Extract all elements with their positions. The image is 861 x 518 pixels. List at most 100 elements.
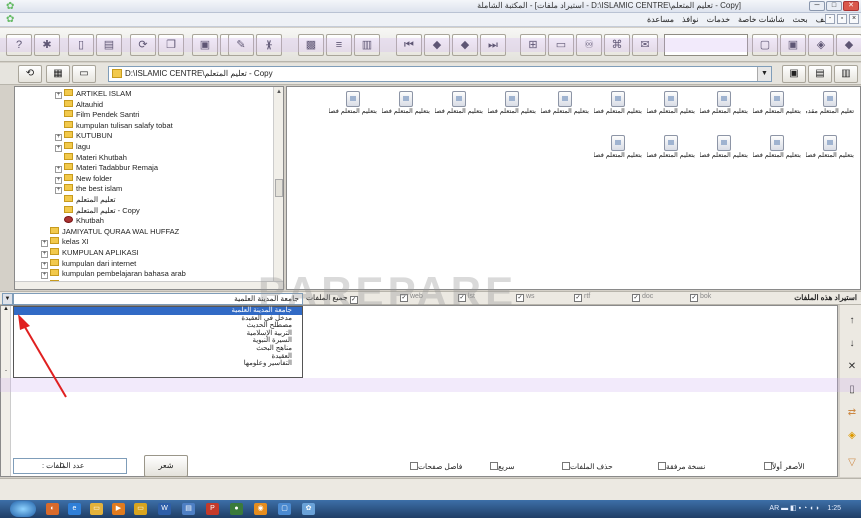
type-bok-checkbox[interactable]: ✓ bok [690, 293, 711, 302]
scroll-up-icon[interactable]: ▲ [274, 87, 283, 97]
category-option[interactable]: مصطلح الحديث [14, 322, 302, 330]
tree-item[interactable]: تعليم المتعلم [55, 195, 116, 205]
list-scroll-down-icon[interactable]: - [1, 368, 11, 374]
taskbar-word-icon[interactable]: W [158, 503, 171, 515]
tray-clock[interactable]: 1:25 [827, 505, 841, 512]
drive-icon[interactable]: ▦ [46, 65, 70, 83]
category-dropdown-icon[interactable]: ▼ [2, 293, 13, 305]
expand-toggle-icon[interactable]: + [55, 134, 62, 142]
arrow-down-icon[interactable]: ↓ [844, 336, 860, 352]
book-icon[interactable]: ▥ [354, 34, 380, 56]
list-scrollbar[interactable]: ▲ - [1, 306, 11, 476]
expand-toggle-icon[interactable]: + [41, 272, 48, 280]
delete-files-checkbox[interactable]: حذف الملفات [560, 462, 613, 471]
view-small-icon[interactable]: ▤ [808, 65, 832, 83]
mdi-restore-button[interactable]: ▫ [837, 14, 847, 24]
lookup-icon[interactable]: ⌘ [604, 34, 630, 56]
taskbar-shamela-icon[interactable]: ✿ [302, 503, 315, 515]
next-page-icon[interactable]: ◆ [452, 34, 478, 56]
view-list-icon[interactable]: ▥ [834, 65, 858, 83]
menu-screens[interactable]: شاشات خاصة [738, 15, 785, 24]
page-separator-checkbox[interactable]: فاصل صفحات [408, 462, 462, 471]
sheet-icon[interactable]: ▣ [780, 34, 806, 56]
help-icon[interactable]: ? [6, 34, 32, 56]
notes-icon[interactable]: ▢ [752, 34, 778, 56]
taskbar-orange-icon[interactable]: ◉ [254, 503, 267, 515]
note-icon[interactable]: ✉ [632, 34, 658, 56]
type-lst-checkbox[interactable]: ✓ lst [458, 293, 475, 302]
menu-windows[interactable]: نوافذ [682, 15, 699, 24]
taskbar-green-icon[interactable]: ● [230, 503, 243, 515]
maximize-button[interactable]: □ [826, 1, 842, 11]
taskbar-folder-icon[interactable]: ▭ [90, 503, 103, 515]
settings-page-icon[interactable]: ▩ [298, 34, 324, 56]
tree-item[interactable]: + lagu [55, 142, 90, 152]
type-doc-checkbox[interactable]: ✓ doc [632, 293, 653, 302]
tree-item[interactable]: + kelas XI [41, 237, 89, 248]
sync-icon[interactable]: ⟳ [130, 34, 156, 56]
tree-item[interactable]: + kumpulan dari internet [41, 258, 136, 269]
view-icon[interactable]: ▣ [192, 34, 218, 56]
file-item[interactable]: بتعليم المتعلم فصل 4 في [806, 135, 854, 175]
file-item[interactable]: بتعليم المتعلم فصل 1 في م [647, 91, 695, 131]
bookmark-icon[interactable]: ⊞ [520, 34, 546, 56]
binoculars-icon[interactable]: ♾ [576, 34, 602, 56]
tree-scrollbar[interactable]: ▲ [273, 87, 283, 289]
new-icon[interactable]: ▯ [844, 382, 860, 398]
file-item[interactable]: بتعليم المتعلم فصل 3 في [435, 91, 483, 131]
diamond-tool-icon[interactable]: ◆ [836, 34, 861, 56]
category-option[interactable]: مناهج البحث [14, 345, 302, 353]
tree-item[interactable]: + KUMPULAN APLIKASI [41, 248, 139, 258]
tree-item[interactable]: Materi Khutbah [55, 152, 127, 163]
parent-folder-icon[interactable]: ▭ [72, 65, 96, 83]
type-web-checkbox[interactable]: ✓ web [400, 293, 423, 302]
all-files-checkbox[interactable]: ✓جميع الملفات [306, 293, 358, 304]
last-page-icon[interactable]: ⏭ [480, 34, 506, 56]
tree-item[interactable]: + Materi Tadabbur Remaja [55, 163, 158, 174]
view-large-icon[interactable]: ▣ [782, 65, 806, 83]
diamond-icon[interactable]: ◈ [844, 428, 860, 444]
tree-item[interactable]: + KUTUBUN [55, 131, 112, 142]
expand-toggle-icon[interactable]: + [41, 261, 48, 269]
folder-icon[interactable]: ▭ [548, 34, 574, 56]
tree-item[interactable]: + the best islam [55, 184, 122, 195]
expand-toggle-icon[interactable]: + [41, 251, 48, 258]
previous-page-icon[interactable]: ◆ [424, 34, 450, 56]
file-item[interactable]: بتعليم المتعلم فصل 5 في ا [700, 135, 748, 175]
list-icon[interactable]: ≡ [326, 34, 352, 56]
menu-help[interactable]: مساعدة [647, 15, 674, 24]
tree-item[interactable]: Film Pendek Santri [55, 110, 139, 120]
file-item[interactable]: بتعليم المتعلم فصل 5 في ا [647, 135, 695, 175]
category-option[interactable]: السيرة النبوية [14, 337, 302, 345]
eye-icon[interactable]: ◈ [808, 34, 834, 56]
tray-language[interactable]: AR [769, 505, 779, 512]
mdi-minimize-button[interactable]: - [825, 14, 835, 24]
tree-hscrollbar[interactable] [15, 281, 283, 289]
menu-search[interactable]: بحث [793, 15, 808, 24]
tree-item[interactable]: + ARTIKEL ISLAM [55, 89, 131, 99]
file-item[interactable]: بتعليم المتعلم فصل 5 في ا [594, 135, 642, 175]
file-item[interactable]: بتعليم المتعلم فصل 2 في [541, 91, 589, 131]
filter-icon[interactable]: ▽ [844, 455, 860, 471]
expand-toggle-icon[interactable]: + [55, 176, 62, 184]
close-button[interactable]: ✕ [843, 1, 859, 11]
file-item[interactable]: تعليم المتعلم مقدمة [806, 91, 854, 131]
fast-checkbox[interactable]: سريع [488, 462, 515, 471]
taskbar-app-icon[interactable]: ◐ [46, 503, 59, 515]
poem-button[interactable]: شعر [144, 455, 188, 477]
start-button[interactable] [10, 501, 36, 517]
expand-toggle-icon[interactable]: + [55, 92, 62, 99]
category-option[interactable]: جامعة المدينة العلمية [14, 307, 302, 315]
tree-item[interactable]: kumpulan tulisan salafy tobat [55, 120, 173, 131]
attached-copy-checkbox[interactable]: نسخة مرفقة [656, 462, 705, 471]
first-page-icon[interactable]: ⏮ [396, 34, 422, 56]
file-item[interactable]: بتعليم المتعلم فصل 3 في [488, 91, 536, 131]
tree-item[interactable]: تعليم المتعلم - Copy [55, 205, 140, 216]
tree-item[interactable]: JAMIYATUL QURAA WAL HUFFAZ [41, 226, 179, 237]
path-dropdown-icon[interactable]: ▼ [757, 67, 771, 81]
delete-icon[interactable]: ✕ [844, 359, 860, 375]
category-option[interactable]: التفاسير وعلومها [14, 360, 302, 368]
window-icon[interactable]: ▤ [96, 34, 122, 56]
file-item[interactable]: بتعليم المتعلم فصل 4 في [753, 135, 801, 175]
expand-toggle-icon[interactable]: + [41, 240, 48, 248]
